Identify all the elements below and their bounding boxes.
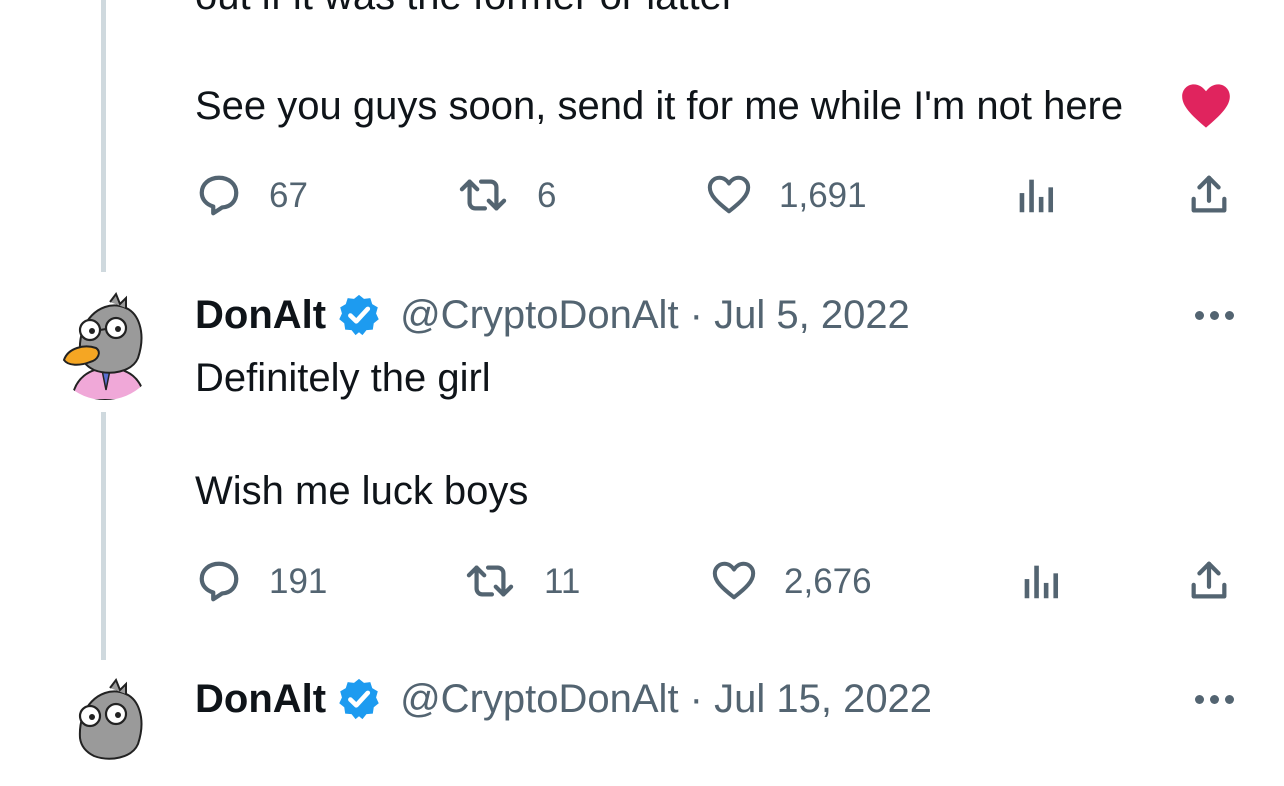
views-button[interactable] (1020, 556, 1060, 606)
views-icon (1024, 565, 1059, 599)
reply-icon (199, 561, 239, 602)
reply-button[interactable]: 67 (195, 170, 308, 220)
display-name[interactable]: DonAlt (195, 679, 326, 719)
share-icon (1191, 175, 1227, 213)
tweet-actions: 191 11 2,676 (0, 556, 1284, 606)
handle-and-date[interactable]: @CryptoDonAlt · Jul 5, 2022 (400, 295, 910, 335)
duck-avatar-icon (50, 290, 160, 400)
retweet-button[interactable]: 6 (455, 170, 556, 220)
like-button[interactable]: 1,691 (705, 170, 867, 220)
views-icon (1019, 179, 1054, 213)
avatar[interactable] (50, 676, 160, 786)
more-button[interactable] (1195, 310, 1234, 320)
more-icon-dot (1210, 694, 1219, 704)
retweet-count: 6 (537, 175, 557, 215)
more-icon-dot (1225, 694, 1234, 704)
heart-emoji-icon (1182, 84, 1230, 128)
more-icon (1195, 310, 1204, 320)
like-icon (707, 175, 751, 214)
thread-line-top (101, 0, 106, 272)
share-button[interactable] (1186, 170, 1232, 220)
like-count: 2,676 (784, 561, 872, 601)
thread-line-middle (101, 412, 106, 660)
share-icon (1191, 561, 1227, 599)
retweet-button[interactable]: 11 (462, 556, 580, 606)
tweet-header: DonAlt @CryptoDonAlt · Jul 15, 2022 (195, 674, 932, 724)
tweet-text-line: Definitely the girl (195, 356, 491, 400)
tweet-header: DonAlt @CryptoDonAlt · Jul 5, 2022 (195, 290, 910, 340)
reply-button[interactable]: 191 (195, 556, 327, 606)
retweet-icon (466, 565, 514, 597)
reply-count: 67 (269, 175, 308, 215)
more-icon-dot (1225, 310, 1234, 320)
tweet-text-line: Wish me luck boys (195, 469, 529, 513)
views-button[interactable] (1015, 170, 1055, 220)
retweet-icon (459, 179, 507, 211)
reply-icon (199, 175, 239, 216)
handle-and-date[interactable]: @CryptoDonAlt · Jul 15, 2022 (400, 679, 932, 719)
like-count: 1,691 (779, 175, 867, 215)
more-button[interactable] (1195, 694, 1234, 704)
display-name[interactable]: DonAlt (195, 295, 326, 335)
tweet-text: See you guys soon, send it for me while … (195, 84, 1124, 128)
tweet-actions: 67 6 1,691 (0, 170, 1284, 220)
verified-badge-icon (339, 294, 379, 336)
avatar[interactable] (50, 290, 160, 400)
duck-avatar-icon (50, 676, 160, 786)
verified-badge-icon (339, 678, 379, 720)
like-button[interactable]: 2,676 (710, 556, 872, 606)
reply-count: 191 (269, 561, 328, 601)
like-icon (712, 561, 756, 600)
more-icon (1195, 694, 1204, 704)
share-button[interactable] (1186, 556, 1232, 606)
more-icon-dot (1210, 310, 1219, 320)
retweet-count: 11 (544, 561, 581, 601)
partial-tweet-text: out if it was the former or latter (195, 0, 735, 16)
